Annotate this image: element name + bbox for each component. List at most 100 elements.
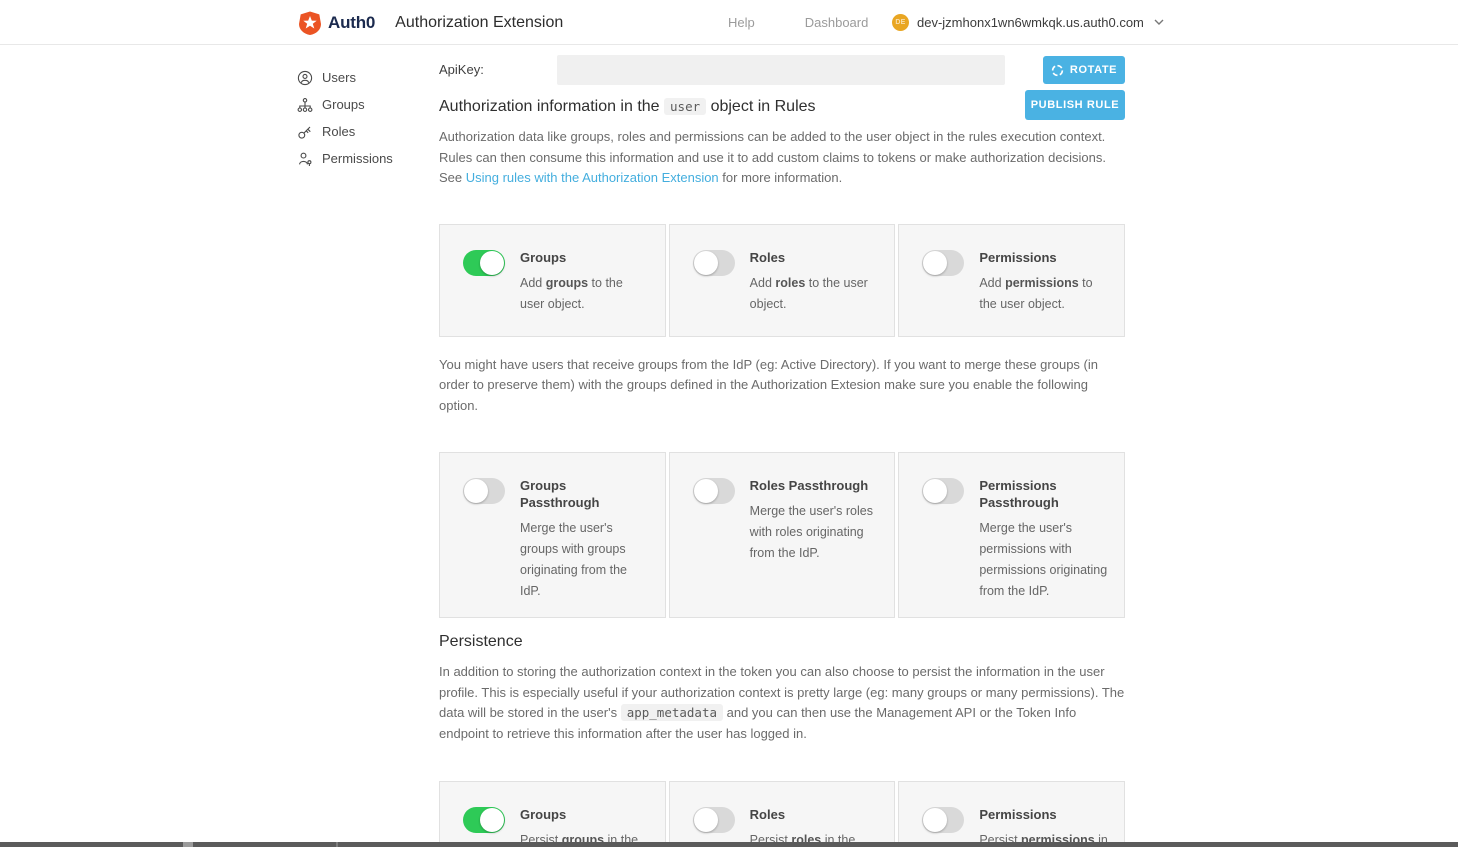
publish-rule-label: PUBLISH RULE [1031, 99, 1119, 111]
persist-roles-card: Roles Persist roles in the user's applic… [669, 781, 896, 847]
desc-bold: roles [775, 276, 805, 290]
card-title: Groups [520, 249, 649, 266]
card-description: Add groups to the user object. [520, 273, 649, 315]
brand-name: Auth0 [328, 13, 375, 33]
rules-description: Authorization data like groups, roles an… [439, 127, 1125, 189]
permissions-passthrough-card: Permissions Passthrough Merge the user's… [898, 452, 1125, 618]
top-nav: Help Dashboard [728, 0, 868, 45]
card-description: Add roles to the user object. [750, 273, 879, 315]
toggle-knob [923, 479, 947, 503]
card-title: Permissions [979, 249, 1108, 266]
tenant-menu[interactable]: DE dev-jzmhonx1wn6wmkqk.us.auth0.com [892, 0, 1164, 45]
persist-groups-card: Groups Persist groups in the user's appl… [439, 781, 666, 847]
toggle-knob [694, 479, 718, 503]
roles-toggle[interactable] [693, 250, 735, 276]
card-title: Roles [750, 806, 879, 823]
sidebar-item-permissions[interactable]: Permissions [297, 145, 429, 172]
desc-text: Add [979, 276, 1005, 290]
roles-passthrough-card: Roles Passthrough Merge the user's roles… [669, 452, 896, 618]
card-title: Groups [520, 806, 649, 823]
passthrough-toggle-row: Groups Passthrough Merge the user's grou… [439, 452, 1125, 618]
sidebar-item-label: Permissions [322, 151, 393, 166]
persistence-description: In addition to storing the authorization… [439, 662, 1125, 744]
toggle-knob [694, 808, 718, 832]
rotate-button-label: ROTATE [1070, 64, 1117, 76]
toggle-knob [480, 808, 504, 832]
user-circle-icon [297, 70, 313, 86]
permissions-passthrough-toggle[interactable] [922, 478, 964, 504]
configuration-main: ApiKey: ROTATE PUBLISH RULE Authorizatio… [439, 55, 1125, 847]
persist-groups-toggle[interactable] [463, 807, 505, 833]
auth0-logo-icon [298, 11, 322, 35]
tenant-domain: dev-jzmhonx1wn6wmkqk.us.auth0.com [917, 15, 1144, 30]
rotate-button[interactable]: ROTATE [1043, 56, 1125, 84]
persistence-heading: Persistence [439, 633, 1125, 651]
sidebar-item-label: Roles [322, 124, 355, 139]
groups-passthrough-toggle[interactable] [463, 478, 505, 504]
user-code-chip: user [664, 98, 706, 115]
apikey-label: ApiKey: [439, 55, 484, 85]
persist-permissions-toggle[interactable] [922, 807, 964, 833]
sidebar: Users Groups Roles Permissions [297, 64, 429, 172]
card-title: Groups Passthrough [520, 477, 649, 511]
persist-roles-toggle[interactable] [693, 807, 735, 833]
groups-passthrough-card: Groups Passthrough Merge the user's grou… [439, 452, 666, 618]
key-icon [297, 124, 313, 140]
toggle-knob [464, 479, 488, 503]
apikey-row: ApiKey: [439, 55, 1125, 85]
persistence-toggle-row: Groups Persist groups in the user's appl… [439, 781, 1125, 847]
user-key-icon [297, 151, 313, 167]
desc-text: Add [520, 276, 546, 290]
help-link[interactable]: Help [728, 15, 755, 30]
toggle-knob [923, 808, 947, 832]
card-title: Permissions [979, 806, 1108, 823]
sidebar-item-users[interactable]: Users [297, 64, 429, 91]
window-bottom-edge [0, 842, 1458, 847]
rules-toggle-row: Groups Add groups to the user object. Ro… [439, 224, 1125, 337]
edge-seam [336, 842, 338, 847]
publish-rule-button[interactable]: PUBLISH RULE [1025, 90, 1125, 120]
sidebar-item-label: Groups [322, 97, 365, 112]
chevron-down-icon [1154, 19, 1164, 26]
roles-card: Roles Add roles to the user object. [669, 224, 896, 337]
desc-bold: groups [546, 276, 588, 290]
passthrough-intro: You might have users that receive groups… [439, 355, 1125, 417]
groups-toggle[interactable] [463, 250, 505, 276]
card-description: Merge the user's roles with roles origin… [750, 501, 879, 564]
desc-text: Add [750, 276, 776, 290]
tenant-avatar: DE [892, 14, 909, 31]
using-rules-link[interactable]: Using rules with the Authorization Exten… [466, 170, 719, 185]
permissions-card: Permissions Add permissions to the user … [898, 224, 1125, 337]
permissions-toggle[interactable] [922, 250, 964, 276]
edge-notch [183, 842, 193, 847]
card-description: Add permissions to the user object. [979, 273, 1108, 315]
card-title: Permissions Passthrough [979, 477, 1108, 511]
sidebar-item-groups[interactable]: Groups [297, 91, 429, 118]
toggle-knob [480, 251, 504, 275]
desc-bold: permissions [1005, 276, 1079, 290]
sidebar-item-roles[interactable]: Roles [297, 118, 429, 145]
card-description: Merge the user's permissions with permis… [979, 518, 1108, 602]
groups-card: Groups Add groups to the user object. [439, 224, 666, 337]
heading-text: object in Rules [706, 98, 815, 115]
card-title: Roles [750, 249, 879, 266]
toggle-knob [694, 251, 718, 275]
roles-passthrough-toggle[interactable] [693, 478, 735, 504]
rules-section-heading: Authorization information in the user ob… [439, 98, 999, 116]
dashboard-link[interactable]: Dashboard [805, 15, 869, 30]
authorization-extension-page: Auth0 Authorization Extension Help Dashb… [0, 0, 1458, 847]
toggle-knob [923, 251, 947, 275]
top-bar: Auth0 Authorization Extension Help Dashb… [0, 0, 1458, 45]
sidebar-item-label: Users [322, 70, 356, 85]
heading-text: Authorization information in the [439, 98, 664, 115]
app-metadata-code-chip: app_metadata [621, 704, 723, 721]
brand-area: Auth0 Authorization Extension [298, 0, 563, 45]
org-chart-icon [297, 97, 313, 113]
card-title: Roles Passthrough [750, 477, 879, 494]
persist-permissions-card: Permissions Persist permissions in the u… [898, 781, 1125, 847]
page-title: Authorization Extension [395, 14, 563, 32]
card-description: Merge the user's groups with groups orig… [520, 518, 649, 602]
apikey-input[interactable] [557, 55, 1005, 85]
description-text: for more information. [719, 170, 843, 185]
rotate-icon [1051, 64, 1064, 77]
